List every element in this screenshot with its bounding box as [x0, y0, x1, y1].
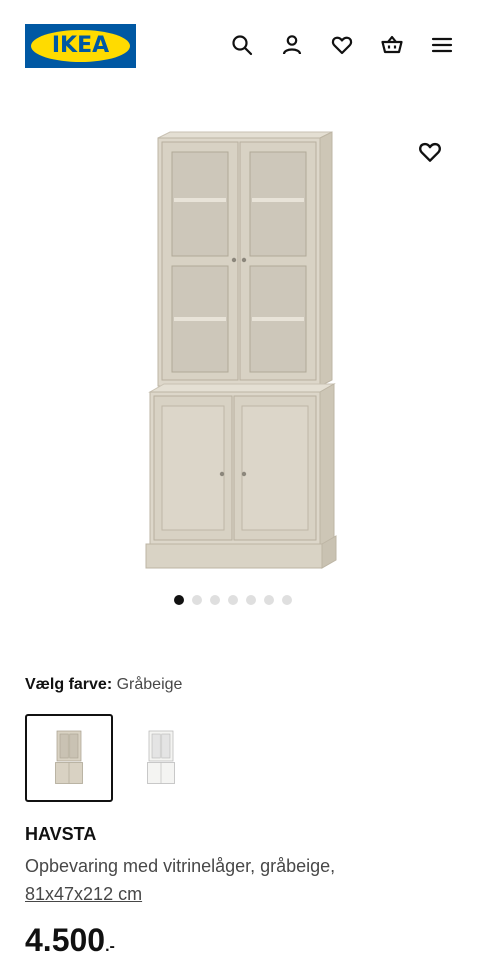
- selected-color-value: Gråbeige: [116, 676, 183, 693]
- carousel-dot[interactable]: [282, 595, 292, 605]
- favorite-button[interactable]: [414, 136, 446, 168]
- carousel-dot[interactable]: [246, 595, 256, 605]
- color-option-graabeige[interactable]: [25, 714, 113, 802]
- product-image[interactable]: [140, 110, 340, 574]
- product-price: 4.500.-: [25, 922, 115, 959]
- menu-icon[interactable]: [427, 30, 457, 60]
- carousel-dot[interactable]: [210, 595, 220, 605]
- user-icon[interactable]: [277, 30, 307, 60]
- price-main: 4.500: [25, 922, 106, 958]
- color-label-title: Vælg farve:: [25, 676, 113, 693]
- heart-icon: [419, 142, 441, 162]
- product-gallery[interactable]: [0, 92, 480, 592]
- swatch-thumbnail: [147, 730, 175, 784]
- carousel-indicator[interactable]: [174, 595, 292, 607]
- carousel-dot[interactable]: [228, 595, 238, 605]
- logo-text: IKEA: [51, 33, 110, 58]
- carousel-dot[interactable]: [192, 595, 202, 605]
- header: IKEA: [0, 0, 480, 92]
- price-suffix: .-: [105, 938, 115, 955]
- product-dimensions-link[interactable]: 81x47x212 cm: [25, 884, 142, 905]
- color-option-hvid[interactable]: [117, 714, 205, 802]
- carousel-dot[interactable]: [174, 595, 184, 605]
- search-icon[interactable]: [227, 30, 257, 60]
- heart-icon[interactable]: [327, 30, 357, 60]
- product-name: HAVSTA: [25, 824, 97, 844]
- ikea-logo[interactable]: IKEA: [25, 24, 136, 68]
- carousel-dot[interactable]: [264, 595, 274, 605]
- swatch-thumbnail: [55, 730, 83, 784]
- basket-icon[interactable]: [377, 30, 407, 60]
- product-description: Opbevaring med vitrinelåger, gråbeige,: [25, 856, 336, 876]
- color-selector-label: Vælg farve: Gråbeige: [25, 674, 182, 696]
